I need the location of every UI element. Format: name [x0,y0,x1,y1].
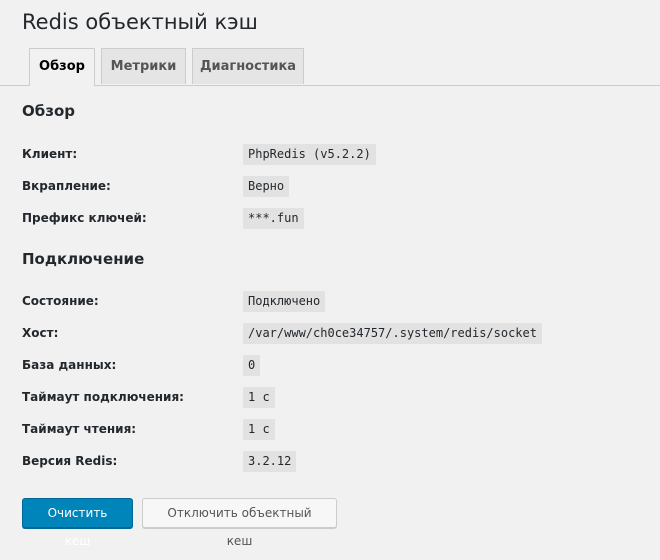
dropin-label: Вкрапление: [22,179,111,193]
dropin-value: Верно [243,176,290,197]
redis-version-value: 3.2.12 [243,451,297,472]
tab-overview[interactable]: Обзор [29,48,95,86]
read-timeout-label: Таймаут чтения: [22,422,137,436]
flush-cache-button[interactable]: Очистить кеш [22,498,133,548]
status-value: Подключено [243,291,326,312]
key-prefix-value: ***.fun [243,208,304,229]
overview-heading: Обзор [22,102,75,120]
tab-diagnostics[interactable]: Диагностика [192,48,304,84]
tab-metrics[interactable]: Метрики [101,48,186,84]
connection-timeout-value: 1 с [243,387,275,408]
disable-object-cache-button[interactable]: Отключить объектный кеш [142,498,337,548]
page-title: Redis объектный кэш [22,10,258,34]
client-value: PhpRedis (v5.2.2) [243,144,376,165]
connection-heading: Подключение [22,250,145,268]
database-label: База данных: [22,358,117,372]
host-value: /var/www/ch0ce34757/.system/redis/socket [243,323,542,344]
client-label: Клиент: [22,147,78,161]
redis-version-label: Версия Redis: [22,454,118,468]
status-label: Состояние: [22,294,99,308]
host-label: Хост: [22,326,59,340]
database-value: 0 [243,355,261,376]
redis-settings-page: Redis объектный кэш Обзор Метрики Диагно… [0,0,660,560]
key-prefix-label: Префикс ключей: [22,211,147,225]
tab-bar: Обзор Метрики Диагностика [0,48,660,86]
read-timeout-value: 1 с [243,419,275,440]
connection-timeout-label: Таймаут подключения: [22,390,184,404]
